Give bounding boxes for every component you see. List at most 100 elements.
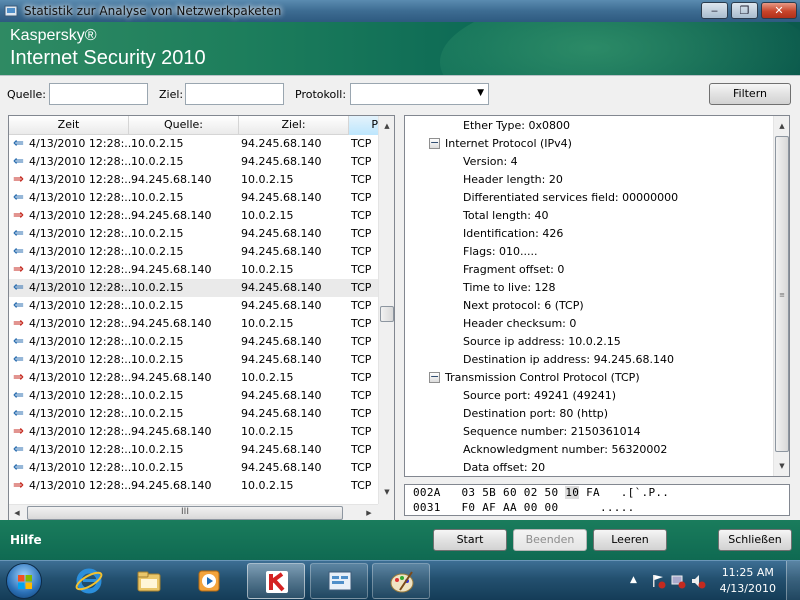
scroll-right-icon[interactable]: ▶ xyxy=(361,505,377,521)
tree-field-node[interactable]: Data offset: 20 xyxy=(463,459,545,476)
scroll-down-icon[interactable]: ▼ xyxy=(379,484,395,500)
protocol-label: Protokoll: xyxy=(295,88,347,101)
detail-tree-vscrollbar[interactable]: ▲ ≡ ▼ xyxy=(773,116,789,476)
taskbar-kaspersky[interactable] xyxy=(247,563,305,599)
packet-row[interactable]: ⇐ 4/13/2010 12:28:... 10.0.2.15 94.245.68.1… xyxy=(9,135,379,153)
show-hidden-icons-icon[interactable]: ▲ xyxy=(630,575,646,591)
scroll-thumb[interactable]: ≡ xyxy=(775,136,789,452)
tree-field-node[interactable]: Destination port: 80 (http) xyxy=(463,405,608,423)
scroll-down-icon[interactable]: ▼ xyxy=(774,458,789,474)
packet-row[interactable]: ⇐ 4/13/2010 12:28:... 10.0.2.15 94.245.68.1… xyxy=(9,387,379,405)
tree-field-node[interactable]: Differentiated services field: 00000000 xyxy=(463,189,678,207)
column-header-source[interactable]: Quelle: xyxy=(129,116,239,135)
tree-field-node[interactable]: Header checksum: 0 xyxy=(463,315,576,333)
hex-dump-pane[interactable]: 002A 03 5B 60 02 50 10 FA .[`.P.. 0031 F… xyxy=(404,484,790,516)
protocol-select[interactable]: ▼ xyxy=(350,83,489,105)
tree-field-node[interactable]: Destination ip address: 94.245.68.140 xyxy=(463,351,674,369)
scroll-up-icon[interactable]: ▲ xyxy=(379,118,395,134)
packet-row[interactable]: ⇒ 4/13/2010 12:28:... 94.245.68.140 10.0.2.… xyxy=(9,477,379,495)
packet-source: 94.245.68.140 xyxy=(131,263,212,276)
tree-field-node[interactable]: Total length: 40 xyxy=(463,207,548,225)
scroll-thumb[interactable] xyxy=(380,306,394,322)
column-header-target[interactable]: Ziel: xyxy=(239,116,349,135)
packet-list[interactable]: Zeit Quelle: Ziel: P ⇐ 4/13/2010 12:28:..… xyxy=(8,115,395,522)
packet-source: 10.0.2.15 xyxy=(131,443,184,456)
packet-row[interactable]: ⇐ 4/13/2010 12:28:... 10.0.2.15 94.245.68.1… xyxy=(9,225,379,243)
collapse-toggle-icon[interactable]: − xyxy=(429,137,440,149)
show-desktop-button[interactable] xyxy=(786,561,800,600)
taskbar-clock[interactable]: 11:25 AM 4/13/2010 xyxy=(720,565,776,597)
help-link[interactable]: Hilfe xyxy=(10,533,42,547)
packet-row[interactable]: ⇒ 4/13/2010 12:28:... 94.245.68.140 10.0.2.… xyxy=(9,207,379,225)
packet-row[interactable]: ⇐ 4/13/2010 12:28:... 10.0.2.15 94.245.68.1… xyxy=(9,279,379,297)
tree-field-node[interactable]: Header length: 20 xyxy=(463,171,563,189)
clear-button[interactable]: Leeren xyxy=(593,529,667,551)
packet-row[interactable]: ⇒ 4/13/2010 12:28:... 94.245.68.140 10.0.2.… xyxy=(9,261,379,279)
tree-field-node[interactable]: Time to live: 128 xyxy=(463,279,556,297)
tree-field-node[interactable]: Source ip address: 10.0.2.15 xyxy=(463,333,621,351)
taskbar-network-monitor[interactable] xyxy=(310,563,368,599)
packet-row[interactable]: ⇐ 4/13/2010 12:28:... 10.0.2.15 94.245.68.1… xyxy=(9,405,379,423)
network-status-icon[interactable] xyxy=(670,573,686,589)
tree-field-node[interactable]: Flags: 010..... xyxy=(463,243,538,261)
minimize-button[interactable]: ‒ xyxy=(701,2,728,19)
stop-button[interactable]: Beenden xyxy=(513,529,587,551)
source-input[interactable] xyxy=(49,83,148,105)
taskbar-media-player[interactable] xyxy=(180,563,238,599)
packet-row[interactable]: ⇐ 4/13/2010 12:28:... 10.0.2.15 94.245.68.1… xyxy=(9,333,379,351)
tree-field-node[interactable]: Source port: 49241 (49241) xyxy=(463,387,616,405)
packet-protocol: TCP xyxy=(351,389,372,402)
packet-row[interactable]: ⇐ 4/13/2010 12:28:... 10.0.2.15 94.245.68.1… xyxy=(9,441,379,459)
packet-row[interactable]: ⇐ 4/13/2010 12:28:... 10.0.2.15 94.245.68.1… xyxy=(9,189,379,207)
packet-row[interactable]: ⇒ 4/13/2010 12:28:... 94.245.68.140 10.0.2.… xyxy=(9,369,379,387)
tree-field-node[interactable]: Sequence number: 2150361014 xyxy=(463,423,641,441)
target-input[interactable] xyxy=(185,83,284,105)
maximize-button[interactable]: ❐ xyxy=(731,2,758,19)
packet-target: 10.0.2.15 xyxy=(241,173,294,186)
start-menu-button[interactable] xyxy=(6,563,42,599)
packet-time: 4/13/2010 12:28:... xyxy=(29,425,135,438)
tree-field-node[interactable]: Ether Type: 0x0800 xyxy=(463,117,570,135)
taskbar-internet-explorer[interactable] xyxy=(60,563,118,599)
tree-field-node[interactable]: Version: 4 xyxy=(463,153,518,171)
collapse-toggle-icon[interactable]: − xyxy=(429,371,440,383)
packet-row[interactable]: ⇒ 4/13/2010 12:28:... 94.245.68.140 10.0.2.… xyxy=(9,315,379,333)
packet-row[interactable]: ⇐ 4/13/2010 12:28:... 10.0.2.15 94.245.68.1… xyxy=(9,243,379,261)
volume-muted-icon[interactable] xyxy=(690,573,706,589)
hscroll-thumb[interactable]: III xyxy=(27,506,343,520)
packet-row[interactable]: ⇐ 4/13/2010 12:28:... 10.0.2.15 94.245.68.1… xyxy=(9,153,379,171)
close-window-button[interactable]: ✕ xyxy=(761,2,797,19)
tree-field-node[interactable]: Fragment offset: 0 xyxy=(463,261,564,279)
incoming-arrow-icon: ⇐ xyxy=(13,442,24,457)
tree-field-node[interactable]: Acknowledgment number: 56320002 xyxy=(463,441,667,459)
packet-row[interactable]: ⇐ 4/13/2010 12:28:... 10.0.2.15 94.245.68.1… xyxy=(9,459,379,477)
packet-row[interactable]: ⇐ 4/13/2010 12:28:... 10.0.2.15 94.245.68.1… xyxy=(9,297,379,315)
taskbar-paint[interactable] xyxy=(372,563,430,599)
close-button[interactable]: Schließen xyxy=(718,529,792,551)
packet-list-vscrollbar[interactable]: ▲ ▼ xyxy=(378,116,394,504)
scroll-up-icon[interactable]: ▲ xyxy=(774,118,789,134)
tree-field-node[interactable]: Identification: 426 xyxy=(463,225,563,243)
minimize-icon: ‒ xyxy=(711,4,718,17)
folder-icon xyxy=(137,571,161,592)
scroll-left-icon[interactable]: ◀ xyxy=(9,505,25,521)
tree-field-node[interactable]: Next protocol: 6 (TCP) xyxy=(463,297,584,315)
packet-row[interactable]: ⇒ 4/13/2010 12:28:... 94.245.68.140 10.0.2.… xyxy=(9,171,379,189)
packet-list-hscrollbar[interactable]: ◀ III ▶ xyxy=(9,504,379,521)
tree-section-node[interactable]: Transmission Control Protocol (TCP) xyxy=(445,369,640,387)
scrollbar-corner xyxy=(378,504,394,521)
packet-time: 4/13/2010 12:28:... xyxy=(29,407,135,420)
taskbar-explorer[interactable] xyxy=(120,563,178,599)
packet-protocol: TCP xyxy=(351,155,372,168)
column-header-time[interactable]: Zeit xyxy=(9,116,129,135)
packet-row[interactable]: ⇒ 4/13/2010 12:28:... 94.245.68.140 10.0.2.… xyxy=(9,423,379,441)
start-button[interactable]: Start xyxy=(433,529,507,551)
packet-detail-tree[interactable]: ▲ ≡ ▼ Ether Type: 0x0800− Internet Protoc… xyxy=(404,115,790,477)
window-titlebar[interactable]: Statistik zur Analyse von Netzwerkpakete… xyxy=(0,0,800,22)
action-center-flag-icon[interactable] xyxy=(650,573,666,589)
column-header-protocol[interactable]: P xyxy=(349,116,381,135)
filter-button[interactable]: Filtern xyxy=(709,83,791,105)
packet-row[interactable]: ⇐ 4/13/2010 12:28:... 10.0.2.15 94.245.68.1… xyxy=(9,351,379,369)
packet-time: 4/13/2010 12:28:... xyxy=(29,245,135,258)
tree-section-node[interactable]: Internet Protocol (IPv4) xyxy=(445,135,572,153)
